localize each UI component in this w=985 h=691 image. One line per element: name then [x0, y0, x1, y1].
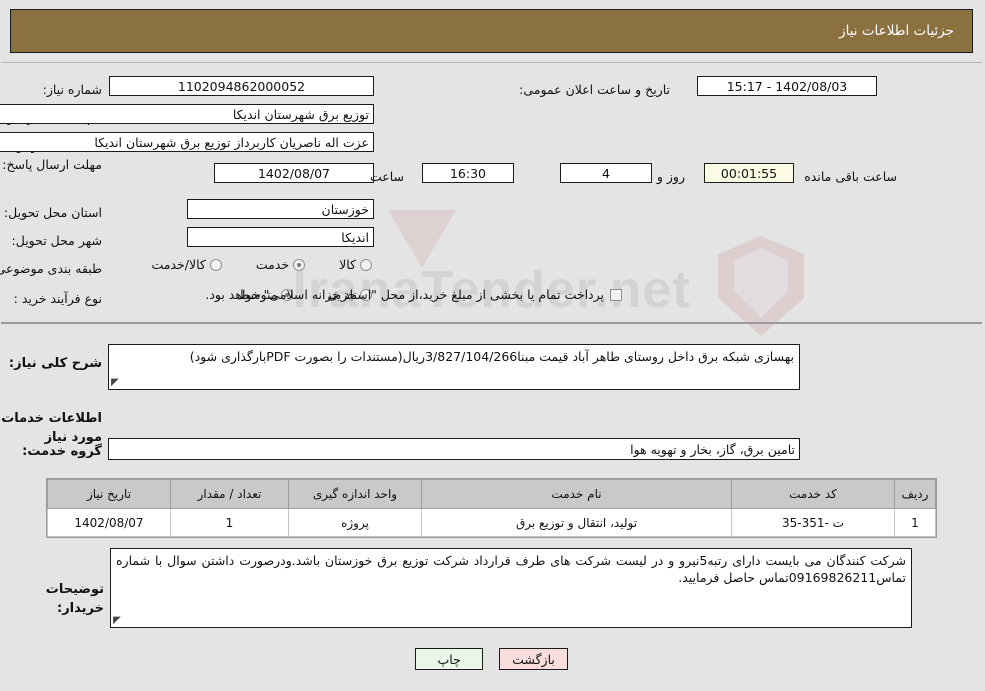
service-group-label: گروه خدمت: [23, 444, 103, 459]
th-service-name: نام خدمت [422, 479, 733, 509]
deadline-countdown-value: 00:01:55 [705, 163, 795, 183]
deadline-countdown-label-wrap: ساعت باقی مانده [800, 166, 903, 185]
service-group-label-wrap: گروه خدمت: [23, 440, 103, 459]
th-quantity: تعداد / مقدار [171, 479, 290, 509]
announce-datetime-value: 1402/08/03 - 15:17 [698, 76, 878, 96]
category-label-wrap: طبقه بندی موضوعی: [0, 258, 103, 277]
services-table: ردیف کد خدمت نام خدمت واحد اندازه گیری ت… [48, 479, 937, 537]
treasury-bond-text: پرداخت تمام یا بخشی از مبلغ خرید،از محل … [206, 287, 605, 302]
deadline-days-label: روز و [657, 169, 686, 184]
radio-icon[interactable] [294, 258, 307, 271]
buyer-org-value: توزیع برق شهرستان اندیکا [0, 104, 375, 124]
details-section: شرح کلی نیاز: بهسازی شبکه برق داخل روستا… [2, 330, 983, 460]
delivery-city-value: اندیکا [188, 227, 375, 247]
category-option-kala-khedmat[interactable]: کالا/خدمت [152, 257, 223, 272]
cell-service-code: ت -351-35 [732, 508, 896, 537]
category-option-kala[interactable]: کالا [340, 257, 373, 272]
table-row[interactable]: 1 ت -351-35 تولید، انتقال و توزیع برق پر… [48, 508, 937, 537]
back-button[interactable]: بازگشت [500, 648, 569, 670]
delivery-province-label: استان محل تحویل: [4, 205, 103, 220]
general-description-label-wrap: شرح کلی نیاز: [10, 352, 103, 371]
resize-grip-icon[interactable]: ◥ [114, 615, 124, 626]
category-radio-group: کالا خدمت کالا/خدمت [122, 257, 373, 272]
cell-quantity: 1 [171, 508, 290, 537]
th-row-no: ردیف [895, 479, 937, 509]
category-option-label: کالا/خدمت [152, 257, 207, 272]
deadline-days-value: 4 [561, 163, 653, 183]
need-number-value: 1102094862000052 [110, 76, 375, 96]
cell-need-date: 1402/08/07 [48, 508, 172, 537]
deadline-days-label-wrap: روز و [653, 166, 691, 185]
category-option-label: کالا [340, 257, 357, 272]
buyer-notes-label-wrap: توضیحات خریدار: [0, 578, 105, 616]
cell-service-name: تولید، انتقال و توزیع برق [422, 508, 733, 537]
buyer-notes-label: توضیحات خریدار: [46, 582, 105, 616]
action-button-bar: بازگشت چاپ [0, 648, 985, 670]
resize-grip-icon[interactable]: ◥ [112, 377, 122, 388]
delivery-city-label-wrap: شهر محل تحویل: [13, 230, 103, 249]
deadline-time-label: ساعت [370, 169, 405, 184]
window-title-bar: جزئیات اطلاعات نیاز [11, 9, 974, 53]
page-title: جزئیات اطلاعات نیاز [840, 23, 955, 39]
process-type-label-wrap: نوع فرآیند خرید : [15, 288, 103, 307]
services-table-wrapper: ردیف کد خدمت نام خدمت واحد اندازه گیری ت… [47, 478, 938, 538]
print-button[interactable]: چاپ [416, 648, 485, 670]
delivery-city-label: شهر محل تحویل: [12, 233, 103, 248]
deadline-countdown-label: ساعت باقی مانده [805, 169, 898, 184]
th-unit: واحد اندازه گیری [289, 479, 423, 509]
category-option-label: خدمت [256, 257, 291, 272]
buyer-notes-value[interactable]: شرکت کنندگان می بایست دارای رتبه5نیرو و … [111, 548, 913, 628]
announce-datetime-label: تاریخ و ساعت اعلان عمومی: [520, 82, 671, 97]
th-need-date: تاریخ نیاز [48, 479, 172, 509]
service-group-value: تامین برق، گاز، بخار و تهویه هوا [109, 438, 801, 460]
treasury-bond-checkbox-wrap[interactable]: پرداخت تمام یا بخشی از مبلغ خرید،از محل … [206, 287, 623, 302]
need-number-label: شماره نیاز: [43, 82, 103, 97]
deadline-label-wrap: مهلت ارسال پاسخ: تا تاریخ: [0, 156, 103, 172]
radio-icon[interactable] [210, 258, 223, 271]
deadline-label: مهلت ارسال پاسخ: تا تاریخ: [0, 157, 103, 172]
deadline-date-value: 1402/08/07 [215, 163, 375, 183]
need-details-form: شماره نیاز: 1102094862000052 تاریخ و ساع… [0, 62, 983, 324]
general-description-value[interactable]: بهسازی شبکه برق داخل روستای طاهر آباد قی… [109, 344, 801, 390]
table-header-row: ردیف کد خدمت نام خدمت واحد اندازه گیری ت… [48, 479, 937, 509]
need-number-label-wrap: شماره نیاز: [44, 79, 103, 98]
general-description-text: بهسازی شبکه برق داخل روستای طاهر آباد قی… [190, 349, 795, 364]
buyer-notes-text: شرکت کنندگان می بایست دارای رتبه5نیرو و … [117, 553, 908, 585]
cell-row-no: 1 [895, 508, 937, 537]
category-label: طبقه بندی موضوعی: [0, 261, 103, 276]
radio-icon[interactable] [361, 258, 373, 271]
delivery-province-label-wrap: استان محل تحویل: [5, 202, 103, 221]
delivery-province-value: خوزستان [188, 199, 375, 219]
deadline-time-label-wrap: ساعت [366, 166, 410, 185]
deadline-time-value: 16:30 [423, 163, 515, 183]
category-option-khedmat[interactable]: خدمت [256, 257, 307, 272]
process-type-label: نوع فرآیند خرید : [14, 291, 103, 306]
general-description-label: شرح کلی نیاز: [9, 356, 103, 371]
announce-datetime-label-wrap: تاریخ و ساعت اعلان عمومی: [520, 79, 671, 98]
th-service-code: کد خدمت [732, 479, 896, 509]
checkbox-icon[interactable] [611, 288, 623, 301]
cell-unit: پروژه [289, 508, 423, 537]
request-creator-value: عزت اله ناصریان کاربرداز توزیع برق شهرست… [0, 132, 375, 152]
